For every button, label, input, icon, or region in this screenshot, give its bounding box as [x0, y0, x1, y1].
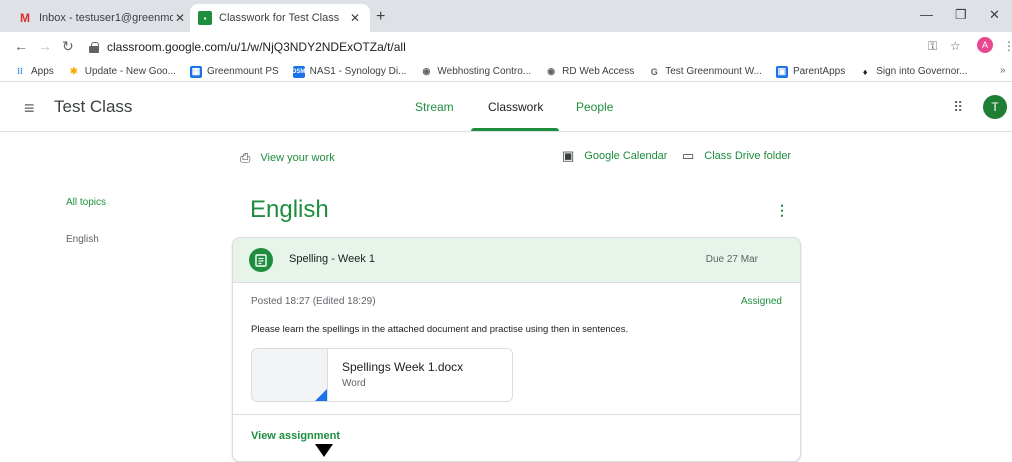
calendar-icon: ▦ [189, 65, 202, 78]
star-icon[interactable]: ☆ [950, 39, 961, 53]
browser-tab-strip: M Inbox - testuser1@greenmount.i ✕ ▪ Cla… [0, 0, 1012, 32]
browser-toolbar: ← → ↻ classroom.google.com/u/1/w/NjQ3NDY… [0, 32, 1012, 62]
posted-timestamp: Posted 18:27 (Edited 18:29) [251, 296, 376, 307]
bookmarks-bar: ⁝⁝ Apps ✱ Update - New Goo... ▦ Greenmou… [0, 62, 1012, 82]
class-name: Test Class [54, 97, 133, 116]
folder-icon: ▭ [682, 148, 695, 163]
tab-stream[interactable]: Stream [415, 100, 454, 114]
sidebar-item-english[interactable]: English [66, 234, 99, 245]
attachment-name: Spellings Week 1.docx [342, 360, 464, 374]
bookmark-rdweb[interactable]: ◉ RD Web Access [545, 66, 634, 78]
bookmarks-more-icon[interactable]: » [1000, 65, 1006, 76]
tab-gmail-inbox[interactable]: M Inbox - testuser1@greenmount.i ✕ [10, 4, 195, 32]
view-assignment-link[interactable]: View assignment [251, 430, 340, 442]
classroom-header: ≡ Test Class Stream Classwork People ⠿ T [0, 82, 1012, 132]
google-apps-icon[interactable]: ⠿ [953, 99, 963, 116]
forward-icon[interactable]: → [38, 38, 52, 54]
topic-more-icon[interactable]: ⋮ [775, 202, 789, 219]
word-doc-icon [313, 389, 327, 401]
classroom-icon: ▪ [198, 11, 212, 25]
window-close-icon[interactable]: ✕ [989, 7, 1000, 23]
sidebar-item-all-topics[interactable]: All topics [66, 197, 106, 208]
bookmark-nas[interactable]: DSM NAS1 - Synology Di... [292, 65, 406, 78]
bookmark-apps[interactable]: ⁝⁝ Apps [14, 66, 54, 78]
hamburger-menu-icon[interactable]: ≡ [24, 98, 35, 119]
google-g-icon: G [650, 66, 658, 77]
mouse-cursor [315, 444, 333, 457]
minimize-icon[interactable]: — [920, 7, 933, 22]
globe-icon: ◉ [422, 66, 431, 76]
lock-icon [89, 41, 99, 53]
close-icon[interactable]: ✕ [348, 11, 362, 25]
active-tab-indicator [471, 128, 559, 131]
address-bar[interactable]: classroom.google.com/u/1/w/NjQ3NDY2NDExO… [85, 36, 925, 58]
tab-classwork[interactable]: ▪ Classwork for Test Class ✕ [190, 4, 370, 32]
key-icon[interactable]: ⚿ [928, 39, 937, 54]
reload-icon[interactable]: ↻ [62, 38, 74, 55]
globe-icon: ◉ [547, 66, 556, 76]
tab-title: Classwork for Test Class [219, 12, 340, 24]
calendar-icon: ▣ [562, 148, 575, 163]
attachment-card[interactable]: Spellings Week 1.docx Word [251, 348, 513, 402]
view-your-work-link[interactable]: ⎙ View your work [240, 150, 335, 166]
bookmark-greenmount[interactable]: ▦ Greenmount PS [189, 65, 279, 78]
pinwheel-icon: ✱ [70, 66, 78, 76]
google-calendar-link[interactable]: ▣ Google Calendar [562, 148, 667, 164]
gmail-icon: M [20, 11, 30, 25]
profile-avatar[interactable]: A [977, 37, 993, 53]
topic-title: English [250, 196, 329, 223]
due-date: Due 27 Mar [705, 254, 758, 265]
document-thumbnail [252, 349, 328, 401]
class-drive-folder-link[interactable]: ▭ Class Drive folder [682, 148, 791, 164]
bookmark-parentapps[interactable]: ▣ ParentApps [775, 65, 845, 78]
new-tab-icon[interactable]: + [376, 8, 385, 26]
apps-grid-icon: ⁝⁝ [17, 66, 23, 76]
assignment-title: Spelling - Week 1 [289, 253, 376, 265]
bookmark-update[interactable]: ✱ Update - New Goo... [68, 66, 176, 78]
status-badge: Assigned [740, 296, 782, 307]
user-avatar[interactable]: T [983, 95, 1007, 119]
assignment-description: Please learn the spellings in the attach… [251, 324, 629, 335]
assignment-card: Spelling - Week 1 Due 27 Mar Posted 18:2… [232, 237, 801, 462]
id-badge-icon: ⎙ [240, 150, 251, 165]
lightbulb-icon: ♦ [862, 66, 868, 77]
tab-classwork[interactable]: Classwork [488, 100, 543, 114]
restore-icon[interactable]: ❐ [955, 7, 967, 23]
back-icon[interactable]: ← [14, 38, 28, 54]
attachment-type: Word [342, 378, 366, 389]
more-menu-icon[interactable]: ⋮ [1003, 39, 1012, 53]
assignment-icon [249, 248, 273, 272]
parentapps-icon: ▣ [775, 65, 788, 78]
url-text: classroom.google.com/u/1/w/NjQ3NDY2NDExO… [107, 40, 406, 54]
bookmark-test-greenmount[interactable]: G Test Greenmount W... [648, 66, 762, 78]
bookmark-governor[interactable]: ♦ Sign into Governor... [859, 66, 967, 78]
close-icon[interactable]: ✕ [173, 11, 187, 25]
tab-people[interactable]: People [576, 100, 613, 114]
bookmark-webhosting[interactable]: ◉ Webhosting Contro... [420, 66, 531, 78]
synology-icon: DSM [292, 65, 305, 78]
assignment-header[interactable]: Spelling - Week 1 Due 27 Mar [233, 238, 800, 283]
tab-title: Inbox - testuser1@greenmount.i [39, 12, 173, 24]
